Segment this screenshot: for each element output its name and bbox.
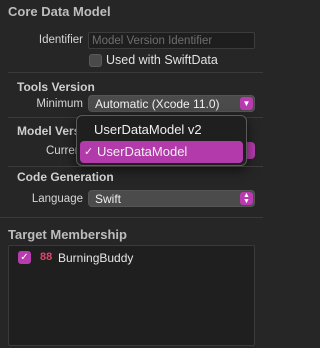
language-popup[interactable]: Swift ▲ ▼ [88, 190, 255, 207]
core-data-model-title: Core Data Model [8, 4, 111, 19]
language-popup-value: Swift [95, 192, 122, 206]
chevron-up-down-icon: ▲ ▼ [240, 192, 253, 205]
target-checkbox[interactable]: ✓ [18, 251, 31, 264]
language-label: Language [31, 193, 83, 205]
model-version-menu[interactable]: UserDataModel v2 ✓ UserDataModel [76, 115, 247, 166]
current-label: Current [46, 145, 80, 157]
swiftdata-label: Used with SwiftData [106, 53, 218, 67]
minimum-label: Minimum [36, 98, 83, 110]
minimum-popup[interactable]: Automatic (Xcode 11.0) ▼ [88, 95, 255, 112]
target-membership-title: Target Membership [8, 227, 127, 242]
identifier-label: Identifier [38, 34, 83, 46]
app-target-icon: 88 [40, 251, 53, 263]
minimum-popup-value: Automatic (Xcode 11.0) [95, 97, 220, 111]
menu-item-label: UserDataModel v2 [94, 122, 202, 137]
checkmark-icon: ✓ [84, 146, 94, 158]
menu-item-userdatamodel[interactable]: ✓ UserDataModel [80, 141, 243, 163]
identifier-field[interactable]: Model Version Identifier [88, 32, 255, 49]
swiftdata-checkbox[interactable] [89, 54, 102, 67]
divider [8, 72, 263, 73]
code-generation-title: Code Generation [17, 170, 114, 184]
target-name: BurningBuddy [58, 251, 134, 265]
chevron-down-icon: ▼ [240, 97, 253, 110]
tools-version-title: Tools Version [17, 80, 95, 94]
menu-item-userdatamodel-v2[interactable]: UserDataModel v2 [77, 119, 246, 141]
divider [0, 217, 263, 218]
model-version-title: Model Version [17, 124, 77, 138]
menu-item-label: UserDataModel [97, 144, 188, 159]
divider [8, 166, 263, 167]
